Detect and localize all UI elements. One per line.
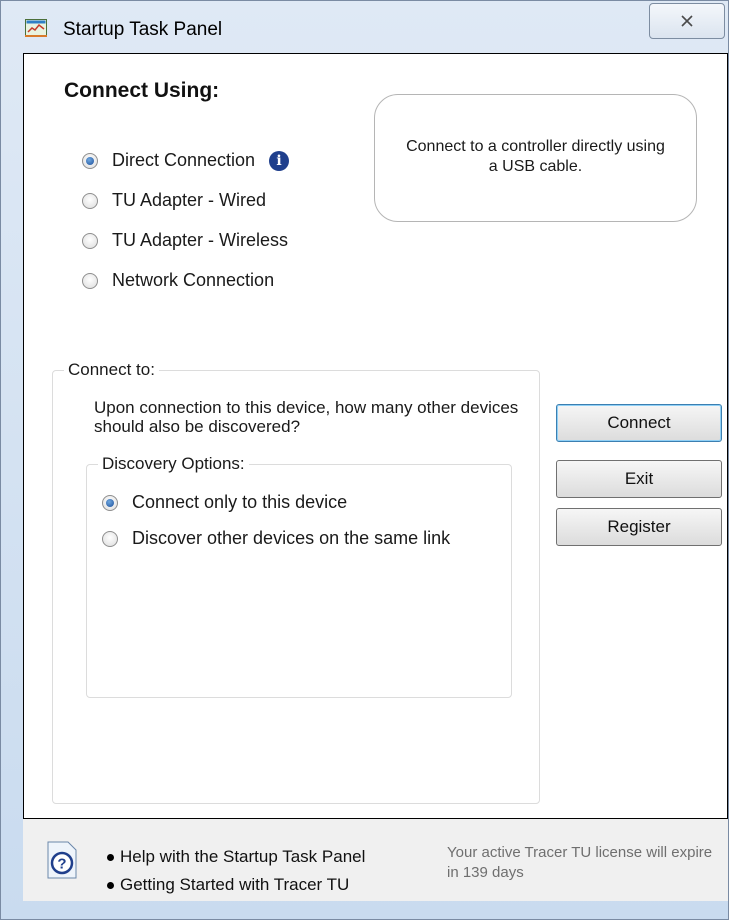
help-icon[interactable]: ? [47, 841, 77, 879]
help-glyph: ? [57, 856, 66, 873]
radio-label: Discover other devices on the same link [132, 528, 451, 548]
radio-discover-other-devices[interactable]: Discover other devices on the same link [102, 528, 450, 549]
radio-button[interactable] [82, 192, 98, 209]
radio-label: TU Adapter - Wired [112, 190, 267, 210]
radio-network-connection[interactable]: Network Connection [82, 270, 274, 291]
radio-button[interactable] [82, 232, 98, 249]
radio-label: Connect only to this device [132, 492, 348, 512]
close-icon [681, 15, 693, 27]
bullet [107, 853, 114, 861]
main-panel: Connect Using: Direct Connection i TU Ad… [23, 53, 728, 819]
discovery-question: Upon connection to this device, how many… [94, 398, 519, 436]
radio-label: TU Adapter - Wireless [112, 230, 289, 250]
radio-button[interactable] [102, 530, 118, 547]
help-link-getting-started[interactable]: Getting Started with Tracer TU [107, 875, 349, 895]
radio-connect-only-this-device[interactable]: Connect only to this device [102, 492, 347, 513]
radio-button-checked[interactable] [82, 152, 98, 169]
connect-using-heading: Connect Using: [64, 79, 220, 102]
radio-tu-adapter-wireless[interactable]: TU Adapter - Wireless [82, 230, 288, 251]
exit-button[interactable]: Exit [556, 460, 722, 498]
radio-label: Direct Connection [112, 150, 256, 170]
info-icon[interactable]: i [269, 150, 290, 171]
license-status: Your active Tracer TU license will expir… [447, 844, 713, 881]
connection-description: Connect to a controller directly using a… [406, 138, 665, 175]
radio-direct-connection[interactable]: Direct Connection i [82, 150, 290, 171]
register-button[interactable]: Register [556, 508, 722, 546]
help-link-label: Help with the Startup Task Panel [120, 847, 366, 866]
help-link-label: Getting Started with Tracer TU [120, 875, 350, 894]
close-button[interactable] [649, 3, 725, 39]
bullet [107, 881, 114, 889]
window-title: Startup Task Panel [63, 19, 223, 40]
footer-bar: ? Help with the Startup Task Panel Getti… [23, 819, 728, 901]
help-link-startup-panel[interactable]: Help with the Startup Task Panel [107, 847, 365, 867]
connect-to-label: Connect to: [64, 360, 159, 380]
connection-description-box: Connect to a controller directly using a… [374, 94, 697, 222]
radio-label: Network Connection [112, 270, 275, 290]
radio-tu-adapter-wired[interactable]: TU Adapter - Wired [82, 190, 266, 211]
radio-button[interactable] [82, 272, 98, 289]
app-icon [25, 19, 47, 37]
radio-button-checked[interactable] [102, 494, 118, 511]
title-bar: Startup Task Panel [1, 1, 728, 53]
startup-task-panel-window: Startup Task Panel Connect Using: Direct… [0, 0, 729, 920]
connect-button[interactable]: Connect [556, 404, 722, 442]
discovery-options-label: Discovery Options: [98, 454, 249, 474]
